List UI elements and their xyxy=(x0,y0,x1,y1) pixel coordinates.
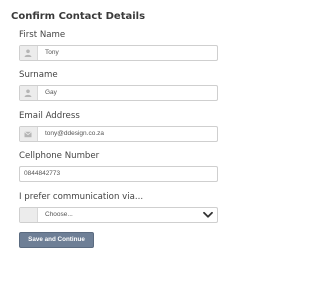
user-icon xyxy=(20,46,38,60)
email-field[interactable]: tony@ddesign.co.za xyxy=(19,126,218,142)
cellphone-label: Cellphone Number xyxy=(19,151,100,161)
form-title: Confirm Contact Details xyxy=(11,11,146,22)
communication-selected-value: Choose... xyxy=(45,211,73,218)
first-name-field[interactable]: Tony xyxy=(19,45,218,61)
envelope-icon xyxy=(20,127,38,141)
email-label: Email Address xyxy=(19,111,80,121)
save-and-continue-button[interactable]: Save and Continue xyxy=(19,232,94,248)
cellphone-field[interactable]: 0844842773 xyxy=(19,166,218,182)
communication-select[interactable]: Choose... xyxy=(19,207,218,223)
first-name-label: First Name xyxy=(19,30,66,40)
select-addon xyxy=(20,208,38,222)
communication-label: I prefer communication via... xyxy=(19,192,144,202)
user-icon xyxy=(20,86,38,100)
cellphone-value: 0844842773 xyxy=(24,170,61,177)
surname-label: Surname xyxy=(19,70,58,80)
first-name-value: Tony xyxy=(45,49,59,56)
surname-field[interactable]: Gay xyxy=(19,85,218,101)
email-value: tony@ddesign.co.za xyxy=(45,130,104,137)
surname-value: Gay xyxy=(45,89,57,96)
chevron-down-icon xyxy=(203,211,213,218)
